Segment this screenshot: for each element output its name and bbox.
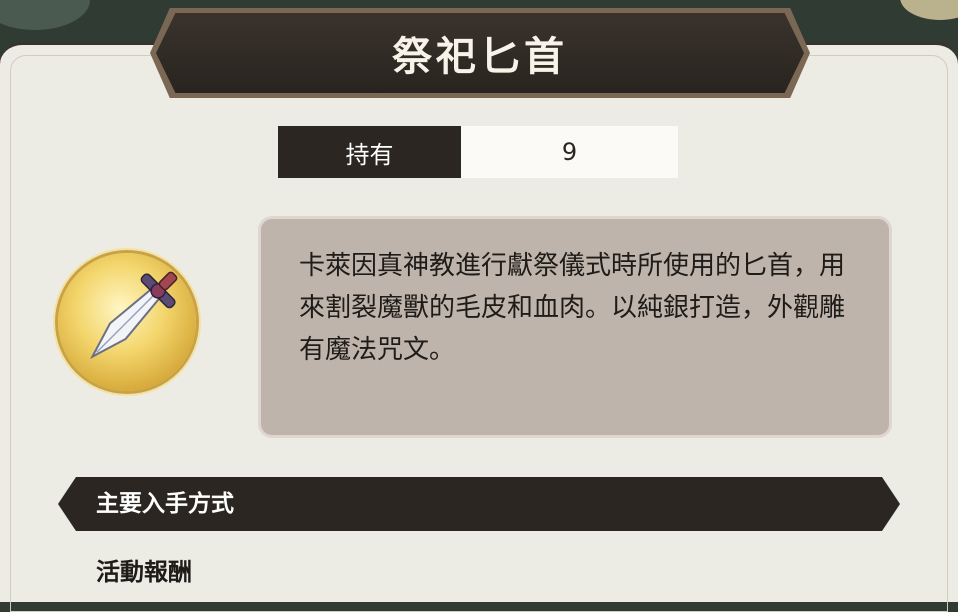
owned-label: 持有	[278, 126, 461, 178]
owned-value: 9	[461, 126, 678, 178]
acquisition-source-item: 活動報酬	[96, 558, 192, 586]
background-orb-right	[900, 0, 958, 20]
acquisition-title: 主要入手方式	[96, 491, 234, 517]
item-name: 祭祀匕首	[392, 34, 568, 80]
owned-count-bar: 持有 9	[278, 126, 678, 178]
title-plate: 祭祀匕首	[156, 13, 804, 93]
acquisition-header: 主要入手方式	[58, 477, 900, 531]
item-description: 卡萊因真神教進行獻祭儀式時所使用的匕首，用來割裂魔獸的毛皮和血肉。以純銀打造，外…	[299, 251, 846, 365]
ritual-dagger-icon	[58, 253, 196, 391]
background-orb-left	[0, 0, 90, 30]
description-box: 卡萊因真神教進行獻祭儀式時所使用的匕首，用來割裂魔獸的毛皮和血肉。以純銀打造，外…	[258, 216, 892, 438]
